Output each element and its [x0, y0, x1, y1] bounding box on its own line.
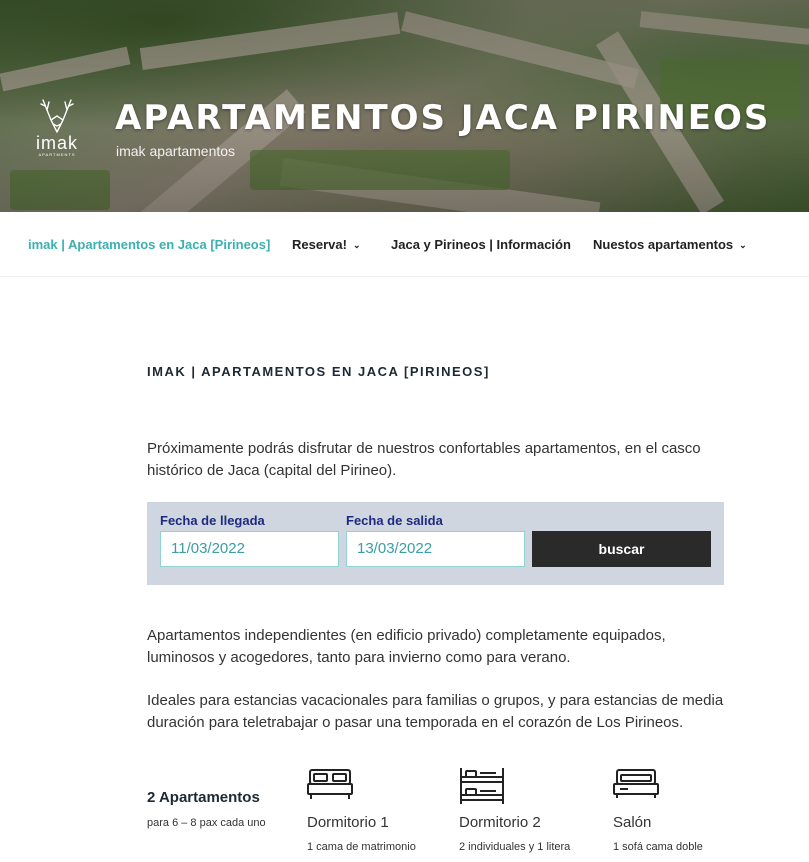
site-description: imak apartamentos — [116, 143, 236, 159]
nav-item-label: Jaca y Pirineos | Información — [391, 237, 571, 252]
search-button[interactable]: buscar — [532, 531, 711, 567]
nav-item-label: Nuestos apartamentos — [593, 237, 734, 252]
chevron-down-icon: ⌄ — [352, 240, 361, 250]
sofa-bed-icon — [613, 769, 659, 798]
feature-title: Dormitorio 1 — [307, 814, 389, 831]
feature-title: Salón — [613, 814, 652, 831]
feature-description: 1 sofá cama doble — [613, 841, 703, 853]
chevron-down-icon: ⌄ — [739, 240, 747, 250]
departure-date-input[interactable]: 13/03/2022 — [346, 531, 525, 567]
features-subheading: para 6 – 8 pax cada uno — [147, 817, 266, 829]
nav-item-apartamentos[interactable]: Nuestos apartamentos ⌄ — [593, 237, 747, 252]
nav-item-reserva[interactable]: Reserva! ⌄ — [292, 237, 360, 252]
main-navigation: imak | Apartamentos en Jaca [Pirineos] R… — [0, 212, 809, 277]
page-title: IMAK | APARTAMENTOS EN JACA [PIRINEOS] — [147, 364, 490, 379]
feature-description: 1 cama de matrimonio — [307, 841, 416, 853]
intro-paragraph: Próximamente podrás disfrutar de nuestro… — [147, 440, 701, 479]
header-banner: imak APARTMENTS APARTAMENTOS JACA PIRINE… — [0, 0, 809, 212]
feature-description: 2 individuales y 1 litera — [459, 841, 571, 853]
double-bed-icon — [307, 769, 353, 799]
description-paragraph-2: Ideales para estancias vacacionales para… — [147, 692, 724, 731]
logo-subtext: APARTMENTS — [38, 152, 76, 157]
site-title[interactable]: APARTAMENTOS JACA PIRINEOS — [115, 98, 770, 138]
nav-item-label: Reserva! — [292, 237, 347, 252]
site-logo[interactable]: imak APARTMENTS — [34, 96, 80, 158]
arrival-date-input[interactable]: 11/03/2022 — [160, 531, 339, 567]
logo-text: imak — [35, 133, 78, 153]
bunk-bed-icon — [460, 768, 504, 804]
features-heading: 2 Apartamentos — [147, 789, 260, 806]
departure-label: Fecha de salida — [346, 513, 443, 528]
nav-item-home[interactable]: imak | Apartamentos en Jaca [Pirineos] — [28, 237, 270, 252]
deer-antlers-icon — [40, 99, 74, 133]
description-paragraph-1: Apartamentos independientes (en edificio… — [147, 627, 666, 666]
nav-item-informacion[interactable]: Jaca y Pirineos | Información — [391, 237, 571, 252]
booking-form: Fecha de llegada 11/03/2022 Fecha de sal… — [147, 502, 724, 585]
feature-title: Dormitorio 2 — [459, 814, 541, 831]
arrival-label: Fecha de llegada — [160, 513, 265, 528]
nav-item-label: imak | Apartamentos en Jaca [Pirineos] — [28, 237, 271, 252]
